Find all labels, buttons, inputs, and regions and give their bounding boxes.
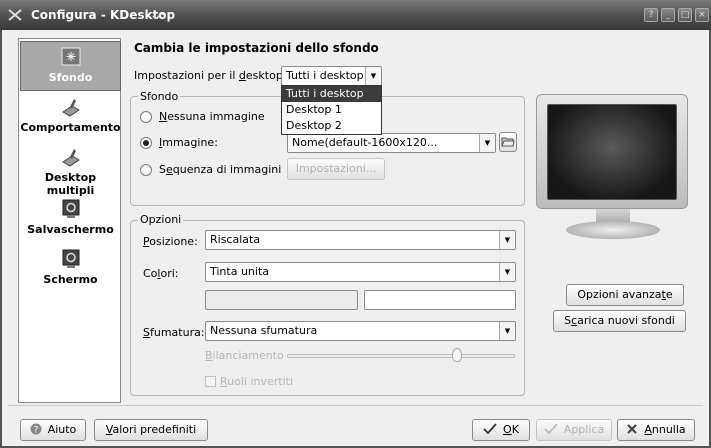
display-icon <box>62 249 79 268</box>
sidebar-item-schermo[interactable]: Schermo <box>20 249 121 293</box>
cancel-button[interactable]: Annulla <box>617 419 695 441</box>
options-group-title: Opzioni <box>138 213 184 226</box>
no-image-radio[interactable] <box>140 111 152 123</box>
sidebar: Sfondo Comportamento Desktop multipli Sa… <box>18 38 121 403</box>
advanced-options-button[interactable]: Opzioni avanzate <box>566 284 684 306</box>
balance-label: Bilanciamento <box>205 349 284 362</box>
slideshow-label: Sequenza di immagini <box>159 163 282 176</box>
multiple-desktops-icon <box>61 149 80 167</box>
wallpaper-icon <box>61 47 80 66</box>
monitor-stand-base <box>566 221 660 239</box>
help-window-button[interactable]: ? <box>644 8 658 22</box>
dropdown-option-desktop-1[interactable]: Desktop 1 <box>282 102 381 118</box>
close-button[interactable]: × <box>695 8 709 22</box>
sidebar-item-label: Sfondo <box>48 71 93 84</box>
kdesktop-app-icon <box>8 9 22 21</box>
sidebar-item-label: Schermo <box>43 273 98 286</box>
sidebar-item-sfondo[interactable]: Sfondo <box>20 41 121 91</box>
image-radio[interactable] <box>140 137 152 149</box>
position-select[interactable]: Riscalata ▼ <box>205 230 516 250</box>
balance-slider-track[interactable] <box>287 354 515 358</box>
browse-image-button[interactable] <box>499 132 517 152</box>
sidebar-item-comportamento[interactable]: Comportamento <box>20 97 121 141</box>
svg-text:?: ? <box>33 426 38 436</box>
help-icon: ? <box>30 423 42 436</box>
chevron-down-icon: ▼ <box>365 67 381 85</box>
page-title: Cambia le impostazioni dello sfondo <box>134 41 379 55</box>
defaults-button[interactable]: Valori predefiniti <box>94 419 208 441</box>
background-group-title: Sfondo <box>138 90 181 103</box>
colors-value: Tinta unita <box>210 265 270 278</box>
desktop-dropdown-list: Tutti i desktop Desktop 1 Desktop 2 <box>281 85 382 135</box>
wallpaper-preview-monitor <box>536 94 688 209</box>
apply-button[interactable]: Applica <box>536 419 612 441</box>
check-icon <box>544 423 558 435</box>
chevron-down-icon: ▼ <box>479 134 495 152</box>
chevron-down-icon: ▼ <box>499 231 515 249</box>
minimize-button[interactable]: _ <box>661 8 675 22</box>
wallpaper-preview-screen <box>547 104 677 200</box>
reverse-roles-checkbox[interactable] <box>205 376 216 387</box>
image-file-select[interactable]: Nome(default-1600x120... ▼ <box>287 133 496 153</box>
blending-label: Sfumatura: <box>143 326 205 339</box>
primary-color-button[interactable] <box>205 290 358 310</box>
ok-button[interactable]: OK <box>472 419 530 441</box>
desktop-setting-label: Impostazioni per il desktop: <box>134 69 287 82</box>
folder-open-icon <box>501 137 515 147</box>
download-wallpapers-button[interactable]: Scarica nuovi sfondi <box>553 310 686 332</box>
help-button[interactable]: ? Aiuto <box>20 419 86 441</box>
dropdown-option-desktop-2[interactable]: Desktop 2 <box>282 118 381 134</box>
balance-slider-handle[interactable] <box>452 348 462 362</box>
sidebar-item-desktop-multipli[interactable]: Desktop multipli <box>20 147 121 197</box>
secondary-color-button[interactable] <box>364 290 516 310</box>
sticky-indicator-icon <box>152 13 166 19</box>
screensaver-icon <box>62 199 79 218</box>
sidebar-item-label: Desktop multipli <box>44 171 97 197</box>
chevron-down-icon: ▼ <box>499 322 515 340</box>
footer-divider <box>8 405 703 406</box>
slideshow-radio[interactable] <box>140 164 152 176</box>
desktop-select[interactable]: Tutti i desktop ▼ <box>281 66 382 86</box>
desktop-behavior-icon <box>61 99 80 117</box>
cancel-icon <box>627 424 638 434</box>
sidebar-item-salvaschermo[interactable]: Salvaschermo <box>20 199 121 243</box>
sidebar-item-label: Comportamento <box>20 121 121 134</box>
reverse-roles-label: Ruoli invertiti <box>220 375 294 388</box>
colors-select[interactable]: Tinta unita ▼ <box>205 262 516 282</box>
colors-label: Colori: <box>143 267 179 280</box>
chevron-down-icon: ▼ <box>499 263 515 281</box>
maximize-button[interactable]: □ <box>678 8 692 22</box>
check-icon <box>483 423 497 435</box>
title-bar[interactable]: Configura - KDesktop ? _ □ × <box>0 0 711 30</box>
image-label: Immagine: <box>159 136 218 149</box>
position-label: Posizione: <box>143 235 198 248</box>
position-value: Riscalata <box>210 233 261 246</box>
dropdown-option-all-desktops[interactable]: Tutti i desktop <box>282 86 381 102</box>
sidebar-item-label: Salvaschermo <box>27 223 114 236</box>
blending-select[interactable]: Nessuna sfumatura ▼ <box>205 321 516 341</box>
blending-value: Nessuna sfumatura <box>210 324 318 337</box>
desktop-select-value: Tutti i desktop <box>286 69 364 82</box>
no-image-label: Nessuna immagine <box>159 110 265 123</box>
image-file-value: Nome(default-1600x120... <box>292 136 438 149</box>
slideshow-settings-button[interactable]: Impostazioni... <box>287 158 385 180</box>
